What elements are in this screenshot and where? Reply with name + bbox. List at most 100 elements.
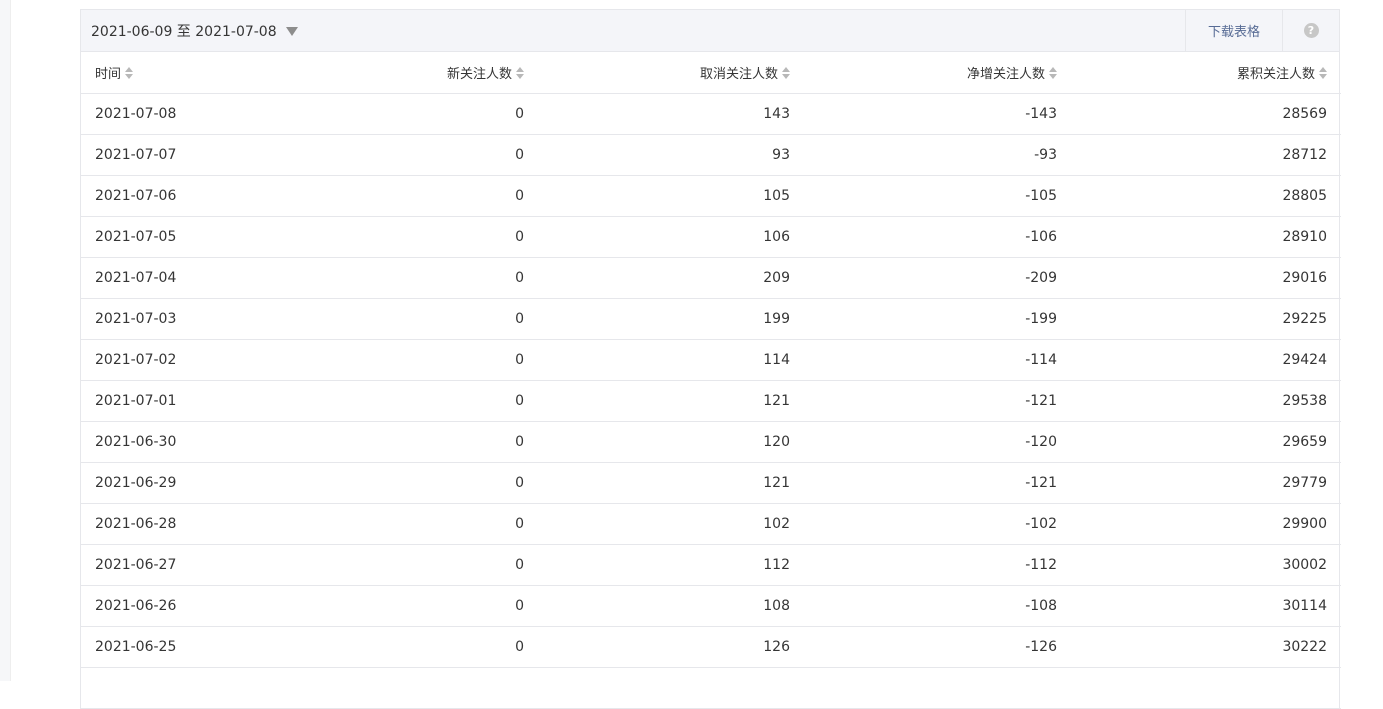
table-row: 2021-07-06 0 105 -105 28805 [81,175,1341,217]
cell-unfollows: 120 [538,421,804,463]
cell-unfollows: 108 [538,585,804,627]
cell-new-followers: 0 [284,503,538,545]
cell-date: 2021-06-27 [81,544,284,586]
table-row: 2021-06-29 0 121 -121 29779 [81,462,1341,504]
table-toolbar: 2021-06-09 至 2021-07-08 下载表格 ? [81,10,1339,52]
cell-total-followers: 28910 [1071,216,1341,258]
cell-net-growth: -106 [804,216,1071,258]
cell-total-followers: 29424 [1071,339,1341,381]
cell-new-followers: 0 [284,421,538,463]
cell-unfollows: 209 [538,257,804,299]
column-header-label: 净增关注人数 [966,66,1045,82]
sort-icon[interactable] [1319,67,1327,80]
cell-total-followers: 29016 [1071,257,1341,299]
cell-net-growth: -121 [804,380,1071,422]
cell-net-growth: -126 [804,626,1071,668]
date-range-picker[interactable]: 2021-06-09 至 2021-07-08 [81,10,298,51]
cell-unfollows: 105 [538,175,804,217]
cell-net-growth: -209 [804,257,1071,299]
cell-total-followers: 30114 [1071,585,1341,627]
cell-new-followers: 0 [284,257,538,299]
cell-total-followers: 30222 [1071,626,1341,668]
cell-total-followers: 29225 [1071,298,1341,340]
cell-unfollows: 93 [538,134,804,176]
sort-icon[interactable] [1049,67,1057,80]
sort-icon[interactable] [125,67,134,80]
cell-date: 2021-06-30 [81,421,284,463]
table-row: 2021-07-04 0 209 -209 29016 [81,257,1341,299]
sort-icon[interactable] [782,67,790,80]
cell-unfollows: 121 [538,380,804,422]
table-row: 2021-07-07 0 93 -93 28712 [81,134,1341,176]
table-row: 2021-07-08 0 143 -143 28569 [81,93,1341,135]
column-header-net-growth[interactable]: 净增关注人数 [804,52,1071,94]
cell-date: 2021-06-25 [81,626,284,668]
help-button[interactable]: ? [1282,10,1339,51]
cell-new-followers: 0 [284,216,538,258]
cell-new-followers: 0 [284,175,538,217]
table-row [81,667,1341,709]
cell-new-followers: 0 [284,93,538,135]
cell-new-followers [284,667,538,709]
cell-unfollows: 112 [538,544,804,586]
cell-unfollows: 126 [538,626,804,668]
cell-net-growth: -108 [804,585,1071,627]
cell-net-growth: -120 [804,421,1071,463]
cell-new-followers: 0 [284,380,538,422]
cell-new-followers: 0 [284,585,538,627]
table-row: 2021-07-01 0 121 -121 29538 [81,380,1341,422]
sort-icon[interactable] [516,67,524,80]
cell-total-followers [1071,667,1341,709]
cell-date: 2021-07-05 [81,216,284,258]
column-header-label: 累积关注人数 [1236,66,1315,82]
table-row: 2021-06-27 0 112 -112 30002 [81,544,1341,586]
cell-date: 2021-06-26 [81,585,284,627]
column-header-unfollows[interactable]: 取消关注人数 [538,52,804,94]
follower-stats-table: 时间 新关注人数 取消关注人数 净增关注人数 累积关注人数 2021-07-08… [81,52,1341,709]
cell-net-growth: -112 [804,544,1071,586]
column-header-new-followers[interactable]: 新关注人数 [284,52,538,94]
column-header-total-followers[interactable]: 累积关注人数 [1071,52,1341,94]
column-header-label: 时间 [95,66,122,82]
cell-total-followers: 29779 [1071,462,1341,504]
cell-unfollows: 106 [538,216,804,258]
cell-net-growth: -105 [804,175,1071,217]
cell-unfollows: 143 [538,93,804,135]
column-header-label: 新关注人数 [446,66,512,82]
download-table-button[interactable]: 下载表格 [1185,10,1282,51]
table-row: 2021-06-30 0 120 -120 29659 [81,421,1341,463]
cell-new-followers: 0 [284,134,538,176]
cell-new-followers: 0 [284,544,538,586]
cell-unfollows: 121 [538,462,804,504]
cell-new-followers: 0 [284,462,538,504]
cell-total-followers: 29900 [1071,503,1341,545]
cell-date: 2021-07-04 [81,257,284,299]
cell-total-followers: 28805 [1071,175,1341,217]
cell-new-followers: 0 [284,339,538,381]
cell-unfollows [538,667,804,709]
cell-date: 2021-07-01 [81,380,284,422]
cell-date: 2021-06-29 [81,462,284,504]
cell-total-followers: 29659 [1071,421,1341,463]
table-header-row: 时间 新关注人数 取消关注人数 净增关注人数 累积关注人数 [81,52,1341,94]
cell-date: 2021-07-08 [81,93,284,135]
cell-net-growth: -93 [804,134,1071,176]
cell-net-growth [804,667,1071,709]
dropdown-caret-icon [285,26,298,36]
cell-date: 2021-06-28 [81,503,284,545]
cell-date: 2021-07-03 [81,298,284,340]
left-sidebar-strip [0,0,11,681]
cell-net-growth: -199 [804,298,1071,340]
cell-date [81,667,284,709]
question-mark-icon: ? [1303,23,1319,38]
cell-total-followers: 30002 [1071,544,1341,586]
table-row: 2021-07-02 0 114 -114 29424 [81,339,1341,381]
cell-date: 2021-07-02 [81,339,284,381]
table-row: 2021-06-25 0 126 -126 30222 [81,626,1341,668]
cell-net-growth: -102 [804,503,1071,545]
cell-unfollows: 199 [538,298,804,340]
column-header-time[interactable]: 时间 [81,52,284,94]
cell-net-growth: -143 [804,93,1071,135]
table-row: 2021-07-05 0 106 -106 28910 [81,216,1341,258]
cell-new-followers: 0 [284,626,538,668]
